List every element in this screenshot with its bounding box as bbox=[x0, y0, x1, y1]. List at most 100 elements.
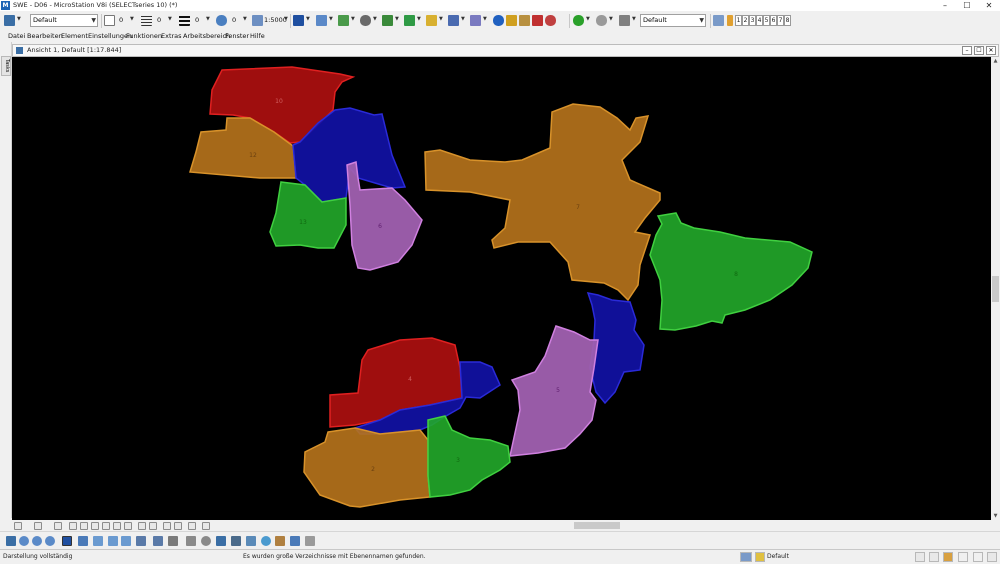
globe-icon[interactable] bbox=[261, 536, 271, 546]
element-selection-icon[interactable] bbox=[6, 536, 16, 546]
copy-view-icon[interactable] bbox=[174, 522, 182, 530]
chevron-down-icon[interactable]: ▼ bbox=[284, 16, 288, 22]
print-icon[interactable] bbox=[305, 536, 315, 546]
primary-tools-icon[interactable] bbox=[316, 15, 327, 26]
view-button-5[interactable]: 5 bbox=[763, 15, 770, 26]
chevron-down-icon[interactable]: ▼ bbox=[632, 16, 636, 22]
view-minimize-button[interactable]: – bbox=[962, 46, 972, 55]
chevron-down-icon[interactable]: ▼ bbox=[586, 16, 590, 22]
annotation-scale-icon[interactable] bbox=[252, 15, 263, 26]
clip-volume-icon[interactable] bbox=[188, 522, 196, 530]
parcel-green-3[interactable] bbox=[427, 415, 511, 498]
chevron-down-icon[interactable]: ▼ bbox=[461, 16, 465, 22]
key-icon[interactable] bbox=[506, 15, 517, 26]
display-style-icon[interactable] bbox=[34, 522, 42, 530]
analyze-icon[interactable] bbox=[290, 536, 300, 546]
view-button-1[interactable]: 1 bbox=[735, 15, 742, 26]
parcel-orange-2[interactable] bbox=[303, 427, 431, 508]
clip-mask-icon[interactable] bbox=[168, 536, 178, 546]
chevron-down-icon[interactable]: ▼ bbox=[373, 16, 377, 22]
scroll-up-icon[interactable]: ▲ bbox=[991, 57, 1000, 65]
walk-icon[interactable] bbox=[108, 536, 118, 546]
view-button-2[interactable]: 2 bbox=[742, 15, 749, 26]
chevron-down-icon[interactable]: ▼ bbox=[306, 16, 310, 22]
fit-view-icon[interactable] bbox=[113, 522, 121, 530]
measure-icon[interactable] bbox=[275, 536, 285, 546]
view-close-button[interactable]: ✕ bbox=[986, 46, 996, 55]
camera-icon[interactable] bbox=[186, 536, 196, 546]
info-icon[interactable] bbox=[493, 15, 504, 26]
view-next-icon[interactable] bbox=[163, 522, 171, 530]
render-icon[interactable] bbox=[201, 536, 211, 546]
menu-file[interactable]: Datei bbox=[8, 32, 25, 40]
zoom-in-icon[interactable] bbox=[80, 522, 88, 530]
window-area-icon[interactable] bbox=[62, 536, 72, 546]
tasks-icon[interactable] bbox=[404, 15, 415, 26]
delete-icon[interactable] bbox=[532, 15, 543, 26]
view-level-combo[interactable]: Default ▼ bbox=[640, 14, 706, 27]
menu-window[interactable]: Fenster bbox=[225, 32, 249, 40]
raster-manager-icon[interactable] bbox=[360, 15, 371, 26]
zoom-out-icon[interactable] bbox=[32, 536, 42, 546]
chevron-down-icon[interactable]: ▼ bbox=[17, 16, 21, 22]
parcel-orange-7[interactable] bbox=[424, 103, 661, 302]
view-settings-icon[interactable] bbox=[54, 522, 62, 530]
menu-help[interactable]: Hilfe bbox=[250, 32, 265, 40]
view-next-icon[interactable] bbox=[136, 536, 146, 546]
scroll-down-icon[interactable]: ▼ bbox=[991, 512, 1000, 520]
chevron-down-icon[interactable]: ▼ bbox=[417, 16, 421, 22]
chevron-down-icon[interactable]: ▼ bbox=[351, 16, 355, 22]
view-button-4[interactable]: 4 bbox=[756, 15, 763, 26]
chevron-down-icon[interactable]: ▼ bbox=[439, 16, 443, 22]
home-icon[interactable] bbox=[943, 552, 953, 562]
copy-view-icon[interactable] bbox=[246, 536, 256, 546]
pan-view-icon[interactable] bbox=[138, 522, 146, 530]
level-manager-icon[interactable] bbox=[740, 552, 752, 562]
minimize-button[interactable]: – bbox=[934, 0, 956, 11]
dgn-file-icon[interactable] bbox=[987, 552, 997, 562]
menu-utilities[interactable]: Extras bbox=[161, 32, 182, 40]
fit-view-icon[interactable] bbox=[45, 536, 55, 546]
models-icon[interactable] bbox=[448, 15, 459, 26]
tag-icon[interactable] bbox=[519, 15, 530, 26]
zoom-in-icon[interactable] bbox=[19, 536, 29, 546]
menu-element[interactable]: Element bbox=[61, 32, 88, 40]
pointer-icon[interactable] bbox=[619, 15, 630, 26]
forward-arrow-icon[interactable] bbox=[596, 15, 607, 26]
line-style-icon[interactable] bbox=[141, 15, 152, 26]
scroll-left-icon[interactable] bbox=[202, 522, 210, 530]
snap-mode-icon[interactable] bbox=[915, 552, 925, 562]
zoom-out-icon[interactable] bbox=[91, 522, 99, 530]
menu-workspace[interactable]: Arbeitsbereich bbox=[183, 32, 230, 40]
chevron-down-icon[interactable]: ▼ bbox=[206, 16, 210, 22]
line-weight-icon[interactable] bbox=[179, 15, 190, 26]
stop-icon[interactable] bbox=[545, 15, 556, 26]
maximize-button[interactable]: ☐ bbox=[956, 0, 978, 11]
view-button-7[interactable]: 7 bbox=[777, 15, 784, 26]
view-button-8[interactable]: 8 bbox=[784, 15, 791, 26]
color-swatch-icon[interactable] bbox=[104, 15, 115, 26]
references-icon[interactable] bbox=[338, 15, 349, 26]
parcel-violet-5[interactable] bbox=[509, 325, 599, 457]
element-selection-icon[interactable] bbox=[293, 15, 304, 26]
snap-icon[interactable] bbox=[470, 15, 481, 26]
window-area-icon[interactable] bbox=[102, 522, 110, 530]
view-groups-icon[interactable] bbox=[713, 15, 724, 26]
back-arrow-icon[interactable] bbox=[573, 15, 584, 26]
chevron-down-icon[interactable]: ▼ bbox=[130, 16, 134, 22]
vertical-scrollbar[interactable]: ▲ ▼ bbox=[991, 57, 1000, 520]
rotate-view-icon[interactable] bbox=[78, 536, 88, 546]
update-view-icon[interactable] bbox=[69, 522, 77, 530]
horizontal-scroll-thumb[interactable] bbox=[574, 522, 620, 529]
transparency-icon[interactable] bbox=[216, 15, 227, 26]
menu-edit[interactable]: Bearbeiten bbox=[27, 32, 63, 40]
view-attributes-icon[interactable] bbox=[231, 536, 241, 546]
view-button-6[interactable]: 6 bbox=[770, 15, 777, 26]
levels-icon[interactable] bbox=[426, 15, 437, 26]
level-combo[interactable]: Default ▼ bbox=[30, 14, 98, 27]
active-level-icon[interactable] bbox=[4, 15, 15, 26]
view-button-3[interactable]: 3 bbox=[749, 15, 756, 26]
clip-volume-icon[interactable] bbox=[153, 536, 163, 546]
rotate-view-icon[interactable] bbox=[124, 522, 132, 530]
view-maximize-button[interactable]: ☐ bbox=[974, 46, 984, 55]
